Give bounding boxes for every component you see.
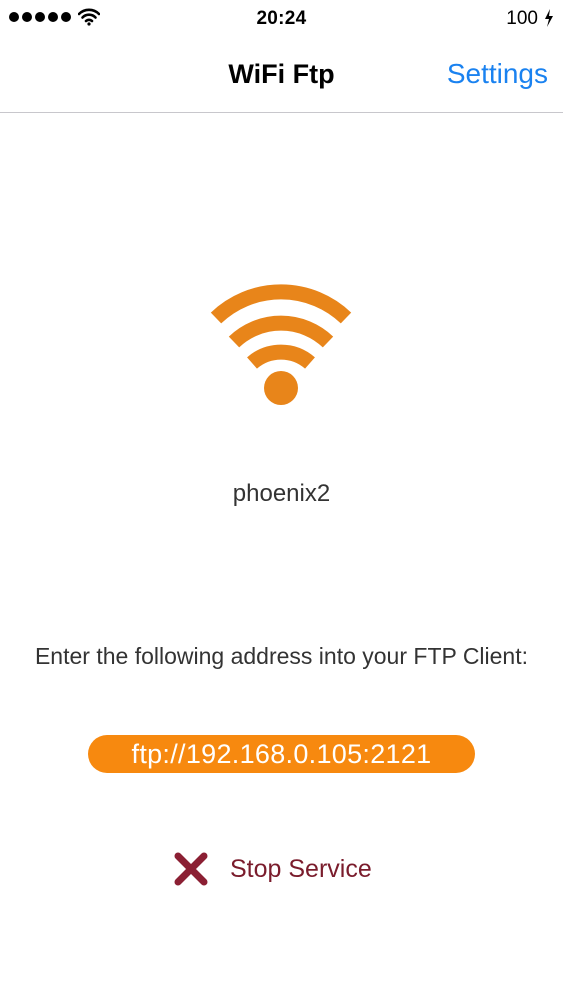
bolt-icon (545, 9, 553, 27)
status-bar: 20:24 100 (0, 0, 563, 38)
close-x-icon (174, 852, 208, 886)
ftp-address-badge[interactable]: ftp://192.168.0.105:2121 (88, 735, 475, 773)
status-time: 20:24 (256, 8, 307, 29)
nav-bar: WiFi Ftp Settings (0, 38, 563, 113)
battery-level: 100 (506, 8, 538, 29)
instructions-text: Enter the following address into your FT… (34, 643, 529, 669)
settings-button[interactable]: Settings (447, 58, 548, 90)
stop-service-button[interactable]: Stop Service (173, 850, 372, 888)
network-name: phoenix2 (232, 480, 331, 507)
wifi-icon (210, 284, 352, 405)
stop-service-label: Stop Service (230, 854, 372, 883)
